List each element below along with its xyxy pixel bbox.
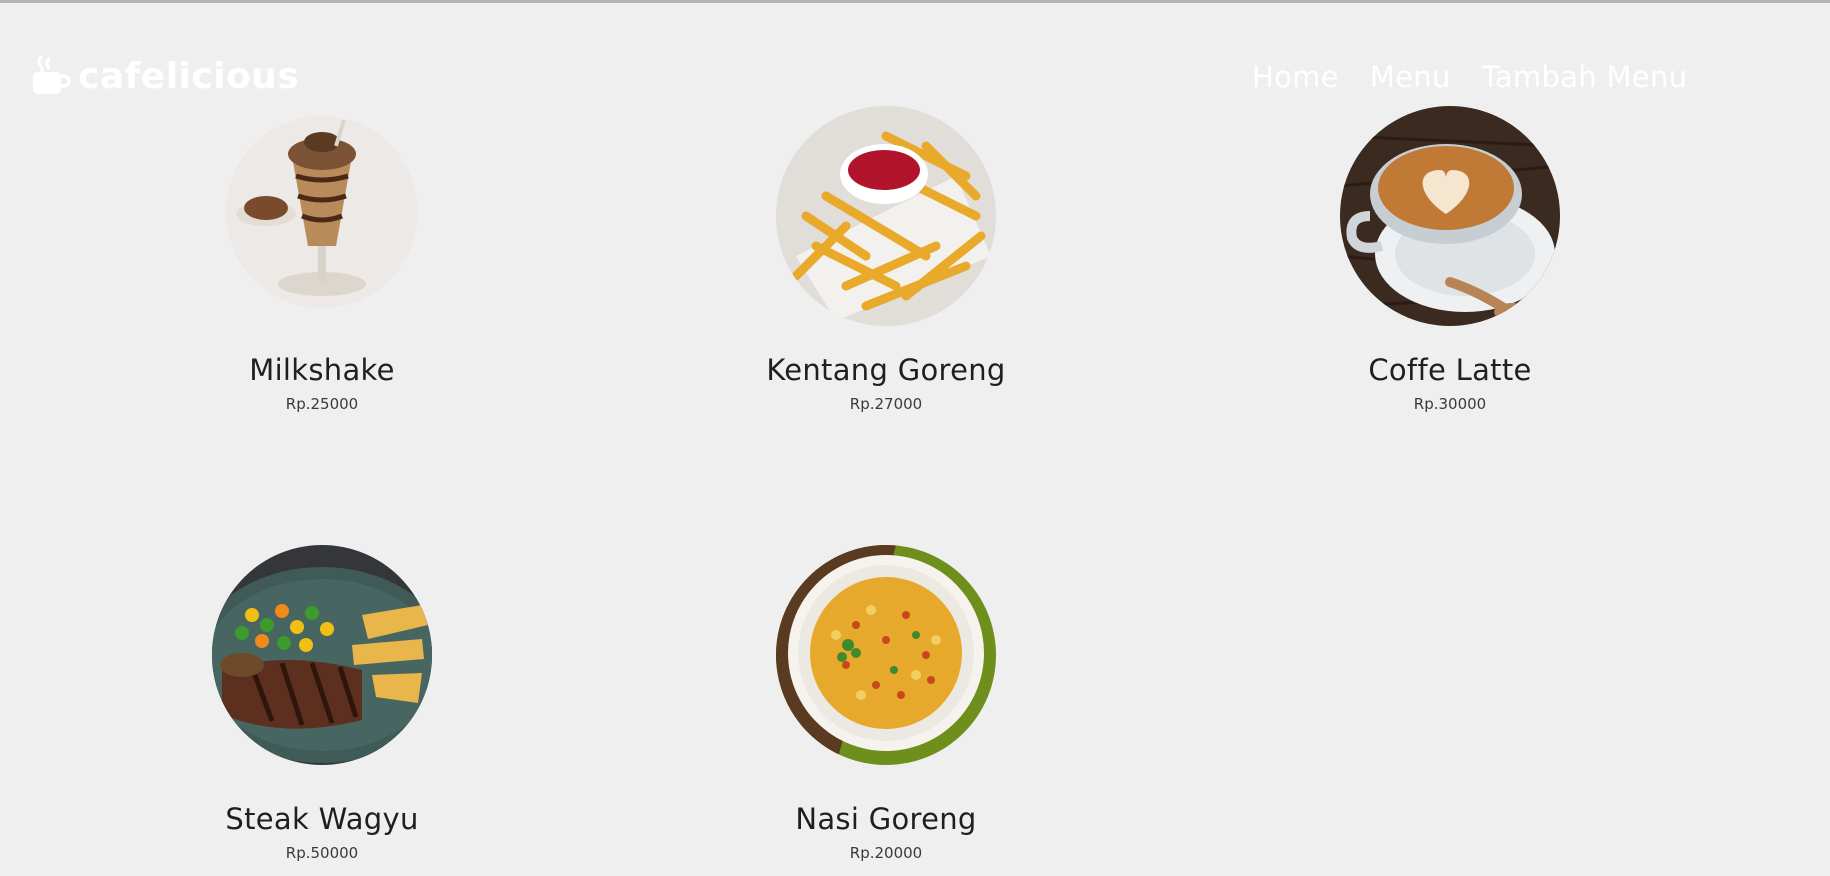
menu-item-name: Steak Wagyu	[225, 802, 419, 836]
menu-grid: Milkshake Rp.25000 Kentang Goreng Rp.270…	[0, 0, 1830, 876]
menu-item-price: Rp.50000	[285, 844, 359, 862]
menu-card-milkshake[interactable]: Milkshake Rp.25000	[122, 116, 522, 414]
menu-item-price: Rp.27000	[849, 395, 923, 413]
menu-item-price: Rp.25000	[285, 395, 359, 413]
menu-item-name: Nasi Goreng	[795, 802, 977, 836]
menu-card-kentang-goreng[interactable]: Kentang Goreng Rp.27000	[686, 106, 1086, 414]
menu-card-nasi-goreng[interactable]: Nasi Goreng Rp.20000	[686, 545, 1086, 863]
fried-rice-photo[interactable]	[776, 545, 996, 765]
french-fries-photo[interactable]	[776, 106, 996, 326]
menu-card-steak-wagyu[interactable]: Steak Wagyu Rp.50000	[122, 545, 522, 863]
menu-item-price: Rp.20000	[849, 844, 923, 862]
coffee-latte-photo[interactable]	[1340, 106, 1560, 326]
page: cafelicious Home Menu Tambah Menu Milksh…	[0, 0, 1830, 876]
menu-item-name: Milkshake	[249, 353, 395, 387]
menu-item-name: Coffe Latte	[1368, 353, 1532, 387]
menu-item-price: Rp.30000	[1413, 395, 1487, 413]
menu-card-coffe-latte[interactable]: Coffe Latte Rp.30000	[1250, 106, 1650, 414]
milkshake-photo[interactable]	[226, 116, 418, 308]
menu-item-name: Kentang Goreng	[766, 353, 1006, 387]
wagyu-steak-photo[interactable]	[212, 545, 432, 765]
